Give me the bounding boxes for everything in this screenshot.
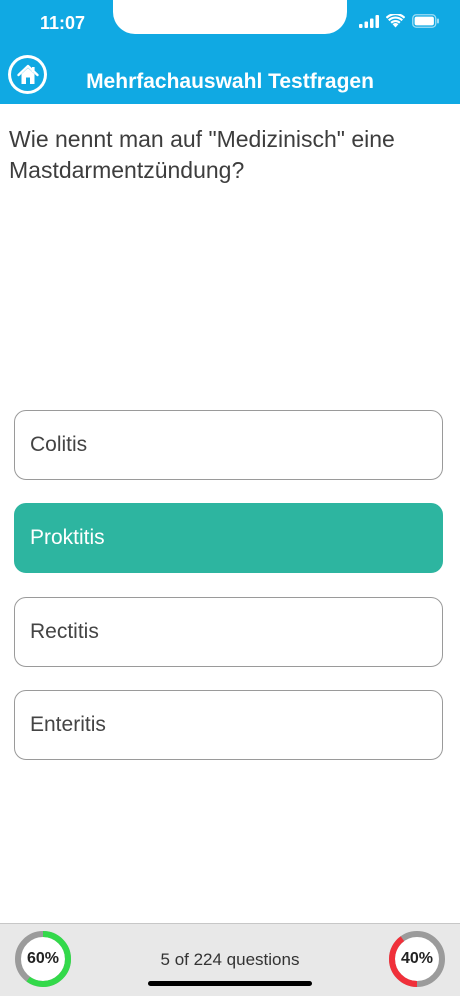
answer-label: Proktitis xyxy=(30,526,105,549)
answer-label: Colitis xyxy=(30,433,88,456)
page-title: Mehrfachauswahl Testfragen xyxy=(86,70,374,93)
status-icons xyxy=(359,14,440,28)
wrong-percentage-ring: 40% xyxy=(388,930,446,988)
battery-icon xyxy=(412,14,439,28)
answer-option-3[interactable]: Rectitis xyxy=(14,597,443,667)
header-bar: 11:07 Mehrfachauswahl Testfragen xyxy=(0,0,460,104)
cellular-signal-icon xyxy=(359,14,379,28)
answer-label: Enteritis xyxy=(30,713,106,736)
device-notch xyxy=(113,0,347,34)
status-time: 11:07 xyxy=(40,13,86,33)
home-indicator xyxy=(148,981,312,986)
answer-option-1[interactable]: Colitis xyxy=(14,410,443,480)
question-text: Wie nennt man auf "Medizinisch" eine Mas… xyxy=(9,126,395,183)
wrong-percentage-label: 40% xyxy=(400,950,434,967)
answer-option-2-correct[interactable]: Proktitis xyxy=(14,503,443,573)
answer-label: Rectitis xyxy=(30,620,99,643)
wifi-icon xyxy=(386,14,405,28)
answer-option-4[interactable]: Enteritis xyxy=(14,690,443,760)
